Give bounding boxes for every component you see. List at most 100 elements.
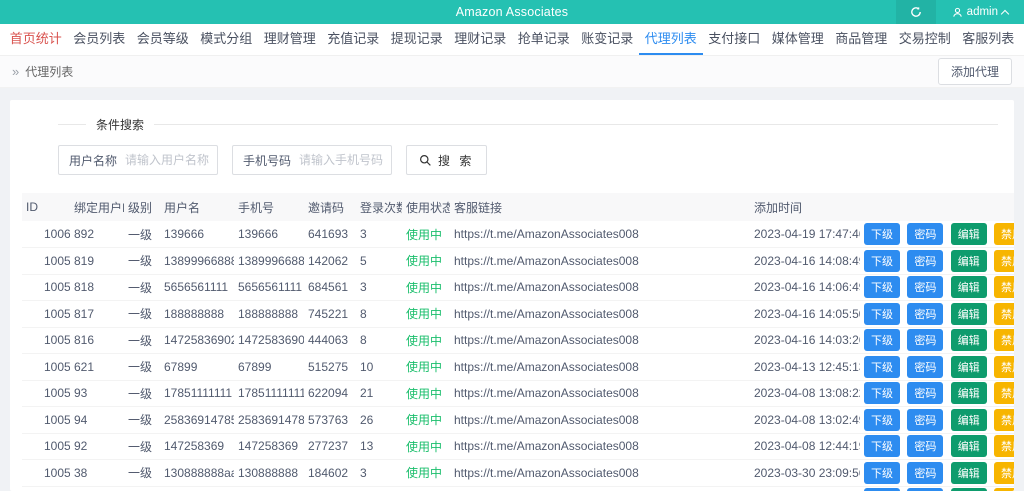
edit-button[interactable]: 编辑 — [950, 249, 987, 272]
search-input[interactable] — [125, 153, 218, 167]
table-row: 10052 92 一级 147258369 147258369 277237 1… — [22, 433, 1014, 460]
subordinate-button[interactable]: 下级 — [864, 408, 900, 431]
cell-level: 一级 — [128, 254, 153, 269]
password-button[interactable]: 密码 — [907, 355, 944, 378]
cell-service-link: https://t.me/AmazonAssociates008 — [454, 306, 639, 321]
app-title: Amazon Associates — [455, 5, 569, 19]
cell-login-count: 1 — [356, 486, 402, 491]
subordinate-button[interactable]: 下级 — [864, 435, 900, 458]
edit-button[interactable]: 编辑 — [950, 435, 987, 458]
disable-button[interactable]: 禁用 — [994, 302, 1014, 325]
disable-button[interactable]: 禁用 — [994, 461, 1014, 484]
nav-item[interactable]: 支付接口 — [703, 24, 767, 55]
cell-username: 17851111111 — [164, 386, 233, 401]
password-button[interactable]: 密码 — [907, 249, 944, 272]
table-row: 10060 892 一级 139666 139666 641693 3 使用中 … — [22, 221, 1014, 248]
edit-button[interactable]: 编辑 — [950, 355, 987, 378]
cell-service-link: https://t.me/AmazonAssociates008 — [454, 386, 639, 401]
edit-button[interactable]: 编辑 — [950, 408, 987, 431]
column-header: 绑定用户ID — [74, 200, 124, 215]
status-badge: 使用中 — [406, 439, 443, 454]
disable-button[interactable]: 禁用 — [994, 435, 1014, 458]
nav-item[interactable]: 媒体管理 — [766, 24, 830, 55]
edit-button[interactable]: 编辑 — [950, 461, 987, 484]
cell-username: 188888888 — [164, 306, 225, 321]
cell-invite-code: 142062 — [308, 253, 349, 268]
cell-login-count: 8 — [360, 306, 367, 321]
nav-item[interactable]: 代理列表 — [639, 24, 703, 55]
edit-button[interactable]: 编辑 — [950, 276, 987, 299]
cell-level: 一级 — [124, 486, 160, 491]
edit-button[interactable]: 编辑 — [950, 223, 987, 245]
user-menu[interactable]: admin — [936, 0, 1018, 24]
nav-item[interactable]: 理财记录 — [449, 24, 513, 55]
password-button[interactable]: 密码 — [907, 382, 944, 405]
nav-item[interactable]: 抢单记录 — [512, 24, 576, 55]
nav-item[interactable]: 理财管理 — [258, 24, 322, 55]
column-header — [860, 193, 1014, 221]
subordinate-button[interactable]: 下级 — [864, 329, 900, 352]
status-badge: 使用中 — [406, 413, 443, 428]
nav-item[interactable]: 首页统计 — [4, 24, 68, 55]
status-badge: 使用中 — [406, 307, 443, 322]
add-agent-button[interactable]: 添加代理 — [937, 58, 1012, 85]
nav-item[interactable]: 账变记录 — [576, 24, 640, 55]
cell-level: 一级 — [128, 466, 153, 481]
subordinate-button[interactable]: 下级 — [864, 355, 900, 378]
cell-invite-code: 184602 — [308, 465, 349, 480]
password-button[interactable]: 密码 — [907, 435, 944, 458]
disable-button[interactable]: 禁用 — [994, 276, 1014, 299]
cell-login-count: 10 — [360, 359, 374, 374]
user-icon — [952, 7, 963, 18]
cell-invite-code: 622094 — [308, 386, 349, 401]
subordinate-button[interactable]: 下级 — [864, 249, 900, 272]
disable-button[interactable]: 禁用 — [994, 329, 1014, 352]
password-button[interactable]: 密码 — [907, 408, 944, 431]
nav-item[interactable]: 模式分组 — [195, 24, 259, 55]
password-button[interactable]: 密码 — [907, 329, 944, 352]
nav-item[interactable]: 充值记录 — [322, 24, 386, 55]
cell-bind-user-id: 33 — [70, 486, 124, 491]
password-button[interactable]: 密码 — [907, 223, 944, 245]
cell-username: 5656561111 — [164, 280, 229, 295]
status-badge: 使用中 — [402, 486, 450, 491]
disable-button[interactable]: 禁用 — [994, 249, 1014, 272]
nav-item[interactable]: 交易控制 — [893, 24, 957, 55]
password-button[interactable]: 密码 — [907, 302, 944, 325]
nav-item[interactable]: 会员列表 — [68, 24, 132, 55]
password-button[interactable]: 密码 — [907, 461, 944, 484]
breadcrumb-bar: » 代理列表 添加代理 — [0, 56, 1024, 88]
edit-button[interactable]: 编辑 — [950, 382, 987, 405]
nav-item[interactable]: 商品管理 — [830, 24, 894, 55]
cell-id: 10051 — [44, 465, 70, 480]
cell-level: 一级 — [128, 360, 153, 375]
subordinate-button[interactable]: 下级 — [864, 382, 900, 405]
cell-bind-user-id: 93 — [74, 386, 88, 401]
column-header: 用户名 — [164, 200, 201, 215]
nav-item[interactable]: 客服列表 — [957, 24, 1021, 55]
subordinate-button[interactable]: 下级 — [864, 276, 900, 299]
disable-button[interactable]: 禁用 — [994, 408, 1014, 431]
cell-phone: 5656561111 — [238, 280, 303, 295]
nav-item[interactable]: 提现记录 — [385, 24, 449, 55]
cell-phone: 14725836902 — [238, 333, 304, 348]
cell-login-count: 3 — [360, 465, 367, 480]
search-icon — [419, 154, 432, 167]
cell-level: 一级 — [128, 307, 153, 322]
edit-button[interactable]: 编辑 — [950, 329, 987, 352]
disable-button[interactable]: 禁用 — [994, 382, 1014, 405]
disable-button[interactable]: 禁用 — [994, 355, 1014, 378]
refresh-button[interactable] — [895, 0, 936, 24]
search-button[interactable]: 搜 索 — [406, 145, 488, 175]
subordinate-button[interactable]: 下级 — [864, 223, 900, 245]
table-row: 10058 818 一级 5656561111 5656561111 68456… — [22, 274, 1014, 301]
password-button[interactable]: 密码 — [907, 276, 944, 299]
nav-item[interactable]: 会员等级 — [131, 24, 195, 55]
cell-login-count: 8 — [360, 333, 367, 348]
search-input[interactable] — [299, 153, 392, 167]
subordinate-button[interactable]: 下级 — [864, 461, 900, 484]
cell-added-time: 2023-04-16 14:05:50 — [754, 306, 860, 321]
subordinate-button[interactable]: 下级 — [864, 302, 900, 325]
disable-button[interactable]: 禁用 — [994, 223, 1014, 245]
edit-button[interactable]: 编辑 — [950, 302, 987, 325]
